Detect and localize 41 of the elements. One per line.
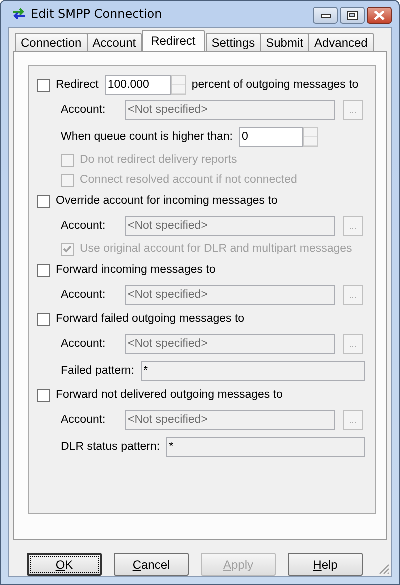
account-label: Account: xyxy=(61,288,107,300)
tab[interactable]: Settings xyxy=(206,33,262,51)
checkbox[interactable]: Forward failed outgoing messages to xyxy=(37,312,245,326)
tab[interactable]: Account xyxy=(86,33,142,51)
account-field[interactable]: <Not specified> xyxy=(125,216,335,236)
checkbox[interactable]: Forward not delivered outgoing messages to xyxy=(37,388,283,402)
account-label: Account: xyxy=(61,220,107,232)
minimize-icon xyxy=(320,14,330,18)
account-field[interactable]: <Not specified> xyxy=(125,100,335,120)
account-label: Account: xyxy=(61,414,107,426)
percent-field[interactable]: 100.000 xyxy=(104,75,171,95)
close-icon xyxy=(374,11,385,20)
tab[interactable]: Advanced xyxy=(308,33,374,51)
close-button[interactable] xyxy=(367,7,392,24)
queue-label: When queue count is higher than: xyxy=(61,130,233,142)
dialog-button[interactable]: Cancel xyxy=(114,553,189,576)
account-field[interactable]: <Not specified> xyxy=(125,410,335,430)
maximize-button[interactable] xyxy=(340,7,365,24)
queue-field[interactable]: 0 xyxy=(238,126,303,146)
checkbox[interactable]: Forward incoming messages to xyxy=(37,264,216,276)
tab[interactable]: Connection xyxy=(15,33,88,51)
pattern-label: DLR status pattern: xyxy=(61,440,160,452)
arrows-icon xyxy=(12,8,26,20)
account-label: Account: xyxy=(61,338,107,350)
account-field[interactable]: <Not specified> xyxy=(125,334,335,354)
checkbox[interactable]: Override account for incoming messages to xyxy=(37,194,278,208)
minimize-button[interactable] xyxy=(313,7,338,24)
dialog-button[interactable]: Help xyxy=(288,553,363,576)
tab[interactable]: Submit xyxy=(260,33,310,51)
pattern-field[interactable]: * xyxy=(140,360,365,380)
account-label: Account: xyxy=(61,104,107,116)
pattern-field[interactable]: * xyxy=(166,436,365,456)
suffix-label: percent of outgoing messages to xyxy=(192,79,359,91)
resize-grip-icon xyxy=(379,564,390,575)
tab[interactable]: Redirect xyxy=(142,30,205,51)
pattern-label: Failed pattern: xyxy=(61,364,135,376)
maximize-icon xyxy=(347,11,358,20)
checkbox[interactable]: Redirect xyxy=(37,78,99,92)
account-field[interactable]: <Not specified> xyxy=(125,284,335,304)
window-title: Edit SMPP Connection xyxy=(31,7,162,21)
dialog-button[interactable]: OK xyxy=(27,553,102,576)
